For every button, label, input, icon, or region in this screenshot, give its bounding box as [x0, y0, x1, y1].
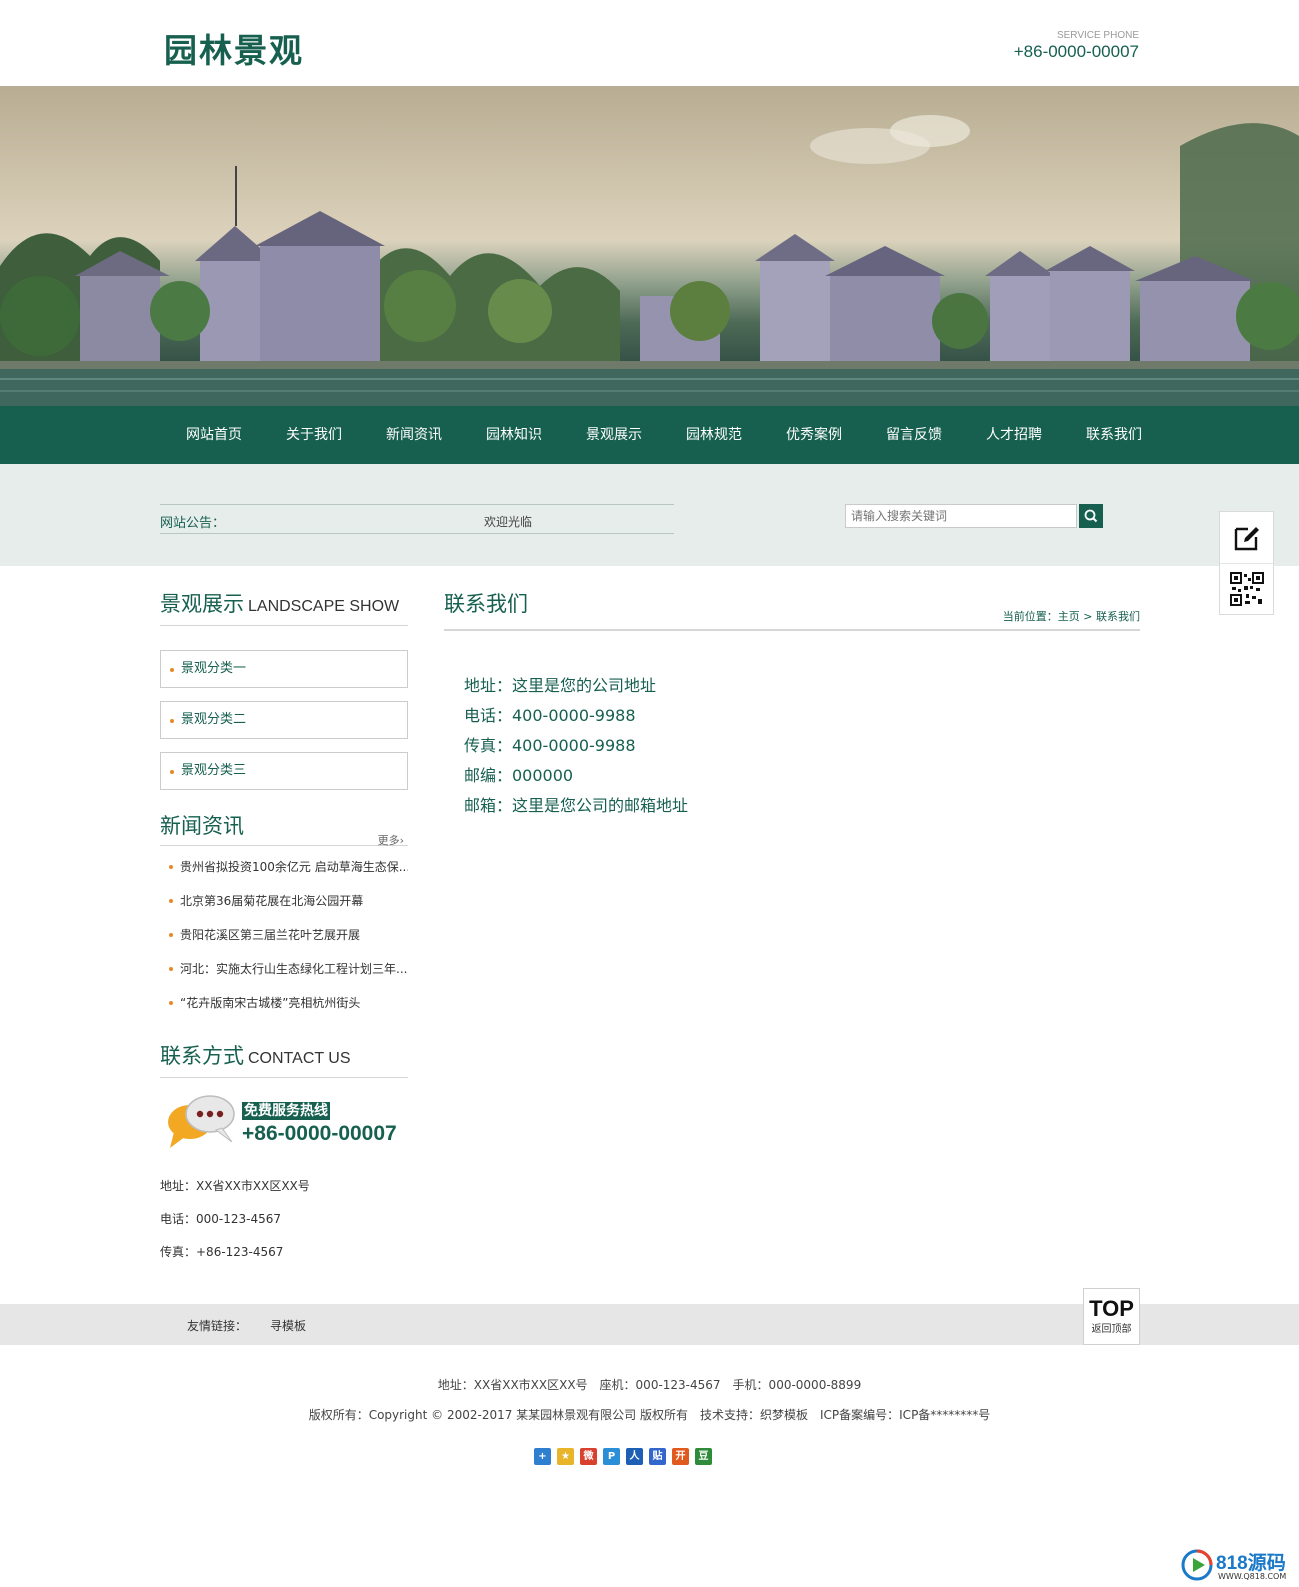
contact-fax: 传真：+86-123-4567 [160, 1245, 284, 1259]
contact-address: 地址：XX省XX市XX区XX号 [160, 1179, 310, 1193]
edit-icon [1234, 526, 1259, 550]
info-fax: 传真：400-0000-9988 [464, 736, 636, 755]
page-title: 联系我们 [444, 592, 528, 616]
news-item[interactable]: 贵州省拟投资100余亿元 启动草海生态保... [160, 850, 408, 884]
contact-title-cn: 联系方式 [160, 1044, 244, 1068]
nav-feedback[interactable]: 留言反馈 [864, 406, 964, 464]
friend-links-label: 友情链接： [187, 1319, 248, 1333]
search-icon [1084, 509, 1098, 523]
news-item[interactable]: 贵阳花溪区第三届兰花叶艺展开展 [160, 918, 408, 952]
nav-jobs[interactable]: 人才招聘 [964, 406, 1064, 464]
nav-standards[interactable]: 园林规范 [664, 406, 764, 464]
nav-knowledge[interactable]: 园林知识 [464, 406, 564, 464]
search-input[interactable] [845, 504, 1077, 528]
share-more-icon[interactable]: + [534, 1448, 551, 1465]
watermark: 818源码 WWW.Q818.COM [1180, 1548, 1295, 1584]
category-item[interactable]: 景观分类二 [160, 701, 408, 739]
footer-contact: 地址：XX省XX市XX区XX号 座机：000-123-4567 手机：000-0… [437, 1378, 862, 1392]
share-toolbar: + ★ 微 P 人贴开豆 [534, 1448, 712, 1465]
tieba-icon[interactable]: 贴 [649, 1448, 666, 1465]
info-address: 地址：这里是您的公司地址 [464, 676, 657, 695]
tencent-weibo-icon[interactable]: P [603, 1448, 620, 1465]
main-nav: 网站首页 关于我们 新闻资讯 园林知识 景观展示 园林规范 优秀案例 留言反馈 … [0, 406, 1299, 464]
douban-icon[interactable]: 豆 [695, 1448, 712, 1465]
left-sidebar: 景观展示 LANDSCAPE SHOW 景观分类一 景观分类二 景观分类三 新闻资… [160, 588, 408, 1269]
landscape-section-title: 景观展示 LANDSCAPE SHOW [160, 588, 408, 626]
news-item[interactable]: 河北：实施太行山生态绿化工程计划三年... [160, 952, 408, 986]
contact-title-en: CONTACT US [248, 1050, 351, 1067]
top-sub-label: 返回顶部 [1091, 1324, 1132, 1335]
footer-copyright: 版权所有：Copyright © 2002-2017 某某园林景观有限公司 版权… [308, 1408, 991, 1422]
news-section-title: 新闻资讯 更多› [160, 810, 408, 848]
back-to-top-button[interactable]: TOP 返回顶部 [1083, 1288, 1140, 1345]
play-logo-icon [1181, 1549, 1213, 1581]
news-item[interactable]: 北京第36届菊花展在北海公园开幕 [160, 884, 408, 918]
service-phone-number: +86-0000-00007 [1013, 42, 1139, 61]
landscape-title-en: LANDSCAPE SHOW [248, 598, 400, 615]
info-postcode: 邮编：000000 [464, 766, 574, 785]
nav-cases[interactable]: 优秀案例 [764, 406, 864, 464]
hotline-block: 免费服务热线 +86-0000-00007 [160, 1086, 408, 1156]
banner-scene [0, 115, 1299, 406]
news-list: 贵州省拟投资100余亿元 启动草海生态保... 北京第36届菊花展在北海公园开幕… [160, 850, 408, 1020]
watermark-text: 818源码 [1216, 1553, 1286, 1574]
hero-banner [0, 86, 1299, 406]
main-content: 联系我们 当前位置：主页 > 联系我们 地址：这里是您的公司地址 电话：400-… [444, 588, 1140, 821]
weibo-icon[interactable]: 微 [580, 1448, 597, 1465]
news-more-link[interactable]: 更多› [378, 832, 404, 848]
watermark-sub: WWW.Q818.COM [1218, 1572, 1287, 1581]
category-item[interactable]: 景观分类一 [160, 650, 408, 688]
news-item[interactable]: “花卉版南宋古城楼”亮相杭州街头 [160, 986, 408, 1020]
category-item[interactable]: 景观分类三 [160, 752, 408, 790]
landscape-title-cn: 景观展示 [160, 592, 244, 616]
feedback-tool[interactable] [1220, 512, 1273, 563]
chat-bubbles-icon [168, 1095, 235, 1148]
search-button[interactable] [1079, 504, 1103, 528]
breadcrumb[interactable]: 当前位置：主页 > 联系我们 [1003, 608, 1140, 624]
news-title-cn: 新闻资讯 [160, 814, 244, 838]
notice-text: 欢迎光临 [484, 515, 533, 529]
friend-link[interactable]: 寻模板 [270, 1317, 306, 1334]
notice-label: 网站公告： [160, 516, 226, 531]
notice-search-bar: 网站公告： 欢迎光临 [0, 464, 1299, 566]
contact-lines: 地址：XX省XX市XX区XX号 电话：000-123-4567 传真：+86-1… [160, 1170, 408, 1269]
main-title-bar: 联系我们 当前位置：主页 > 联系我们 [444, 588, 1140, 631]
nav-home[interactable]: 网站首页 [164, 406, 264, 464]
qzone-icon[interactable]: ★ [557, 1448, 574, 1465]
contact-tel: 电话：000-123-4567 [160, 1212, 282, 1226]
qrcode-icon [1229, 572, 1264, 606]
contact-info: 地址：这里是您的公司地址 电话：400-0000-9988 传真：400-000… [444, 671, 1140, 821]
nav-about[interactable]: 关于我们 [264, 406, 364, 464]
site-logo[interactable]: 园林景观 [164, 24, 304, 72]
site-header: 园林景观 SERVICE PHONE +86-0000-00007 [0, 0, 1299, 86]
top-label: TOP [1089, 1296, 1134, 1321]
kaixin-icon[interactable]: 开 [672, 1448, 689, 1465]
hotline-label: 免费服务热线 [242, 1102, 330, 1120]
info-email: 邮箱：这里是您公司的邮箱地址 [464, 796, 689, 815]
landscape-category-list: 景观分类一 景观分类二 景观分类三 [160, 650, 408, 790]
contact-section-title: 联系方式 CONTACT US [160, 1040, 408, 1078]
qrcode-tool[interactable] [1220, 563, 1273, 614]
site-notice: 网站公告： 欢迎光临 [160, 504, 674, 534]
service-phone-label: SERVICE PHONE [1056, 30, 1139, 41]
site-footer: 地址：XX省XX市XX区XX号 座机：000-123-4567 手机：000-0… [0, 1370, 1299, 1430]
nav-news[interactable]: 新闻资讯 [364, 406, 464, 464]
floating-side-tools [1219, 511, 1274, 615]
nav-landscape[interactable]: 景观展示 [564, 406, 664, 464]
hotline-number: +86-0000-00007 [242, 1122, 397, 1145]
renren-icon[interactable]: 人 [626, 1448, 643, 1465]
info-phone: 电话：400-0000-9988 [464, 706, 636, 725]
nav-contact[interactable]: 联系我们 [1064, 406, 1164, 464]
